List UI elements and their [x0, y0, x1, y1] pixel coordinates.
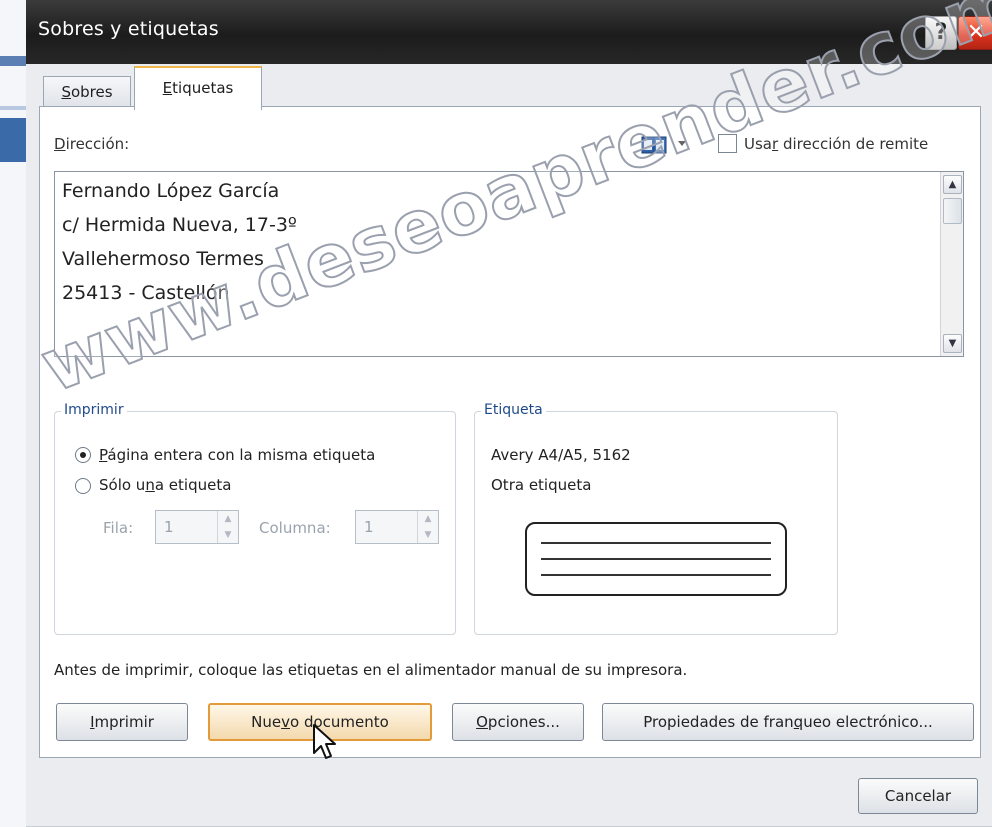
address-book-icon[interactable] — [641, 135, 671, 155]
e-postage-post: ueo electrónico... — [803, 713, 933, 731]
background-application — [0, 0, 26, 827]
label-preview[interactable] — [525, 522, 787, 596]
preview-line — [541, 542, 771, 544]
use-return-address-pre: Usa — [744, 135, 772, 153]
scroll-thumb[interactable] — [943, 198, 962, 224]
tab-etiquetas-accel: E — [162, 79, 173, 97]
address-label: Dirección: — [54, 135, 129, 153]
address-label-accel: D — [54, 135, 66, 153]
full-page-text: ágina entera con la misma etiqueta — [107, 446, 376, 464]
dialog-title: Sobres y etiquetas — [38, 18, 219, 40]
column-spinner: 1 ▲ ▼ — [355, 510, 439, 544]
background-ribbon-fragment — [0, 56, 26, 66]
background-ribbon-fragment — [0, 106, 26, 110]
spin-up-icon: ▲ — [224, 514, 232, 524]
cancel-button[interactable]: Cancelar — [858, 778, 978, 814]
tab-sobres-accel: S — [61, 83, 71, 101]
address-line: c/ Hermida Nueva, 17-3º — [62, 214, 297, 236]
address-line: Fernando López García — [62, 180, 280, 202]
scroll-down-icon[interactable]: ▼ — [943, 334, 962, 353]
new-document-accel: v — [281, 713, 291, 731]
options-label: pciones... — [487, 713, 560, 731]
etiqueta-legend: Etiqueta — [481, 402, 546, 418]
address-textarea[interactable]: Fernando López García c/ Hermida Nueva, … — [54, 171, 964, 357]
e-postage-pre: Propiedades de fran — [643, 713, 794, 731]
address-line: 25413 - Castellón — [62, 282, 230, 304]
imprimir-legend: Imprimir — [61, 402, 127, 418]
tab-sobres-label: obres — [70, 83, 113, 101]
radio-selected-dot — [80, 452, 86, 458]
tab-etiquetas-label: tiquetas — [172, 79, 234, 97]
address-label-text: irección: — [65, 135, 130, 153]
use-return-address-label[interactable]: Usar dirección de remite — [744, 135, 928, 153]
label-type: Otra etiqueta — [491, 476, 592, 494]
single-label-post: a etiqueta — [154, 476, 232, 494]
address-book-dropdown-icon[interactable] — [678, 141, 686, 146]
e-postage-properties-button[interactable]: Propiedades de franqueo electrónico... — [602, 703, 974, 741]
print-button[interactable]: Imprimir — [56, 703, 188, 741]
tab-etiquetas[interactable]: Etiquetas — [134, 66, 262, 110]
preview-line — [541, 574, 771, 576]
row-value: 1 — [164, 518, 174, 536]
row-spinner: 1 ▲ ▼ — [155, 510, 239, 544]
tab-sobres[interactable]: Sobres — [43, 76, 131, 107]
preview-line — [541, 558, 771, 560]
column-value: 1 — [364, 518, 374, 536]
use-return-address-post: dirección de remite — [778, 135, 929, 153]
address-line: Vallehermoso Termes — [62, 248, 264, 270]
close-button[interactable]: ✕ — [958, 16, 992, 50]
feed-instruction: Antes de imprimir, coloque las etiquetas… — [54, 661, 688, 679]
single-label-pre: Sólo u — [99, 476, 146, 494]
column-spinner-buttons: ▲ ▼ — [417, 511, 438, 543]
mouse-pointer-icon — [313, 724, 336, 759]
spin-down-icon: ▼ — [224, 530, 232, 540]
title-bar[interactable]: Sobres y etiquetas ? ✕ — [26, 0, 992, 64]
use-return-address-checkbox[interactable] — [718, 134, 737, 153]
options-button[interactable]: Opciones... — [452, 703, 584, 741]
column-label: Columna: — [259, 519, 331, 537]
full-page-label[interactable]: Página entera con la misma etiqueta — [99, 446, 375, 464]
scroll-up-icon[interactable]: ▲ — [943, 175, 962, 194]
row-spinner-buttons: ▲ ▼ — [217, 511, 238, 543]
row-label: Fila: — [103, 519, 134, 537]
spin-down-icon: ▼ — [424, 530, 432, 540]
label-product: Avery A4/A5, 5162 — [491, 446, 631, 464]
print-label: mprimir — [94, 713, 154, 731]
single-label-radio[interactable] — [75, 478, 91, 494]
labels-dialog: Sobres y etiquetas ? ✕ Sobres Etiquetas … — [26, 0, 992, 827]
full-page-radio[interactable] — [75, 447, 91, 463]
help-button[interactable]: ? — [925, 16, 957, 50]
etiquetas-panel: Dirección: Usar dirección de remite Fern… — [39, 106, 981, 759]
address-scrollbar[interactable]: ▲ ▼ — [940, 172, 963, 356]
imprimir-group: Imprimir Página entera con la misma etiq… — [54, 402, 456, 635]
single-label-accel: n — [145, 476, 155, 494]
new-document-pre: Nue — [251, 713, 282, 731]
e-postage-accel: q — [793, 713, 804, 731]
spin-up-icon: ▲ — [424, 514, 432, 524]
options-accel: O — [476, 713, 488, 731]
background-ribbon-fragment — [0, 118, 26, 162]
new-document-post: o documento — [290, 713, 389, 731]
single-label-label[interactable]: Sólo una etiqueta — [99, 476, 231, 494]
etiqueta-group[interactable]: Etiqueta Avery A4/A5, 5162 Otra etiqueta — [474, 402, 838, 635]
